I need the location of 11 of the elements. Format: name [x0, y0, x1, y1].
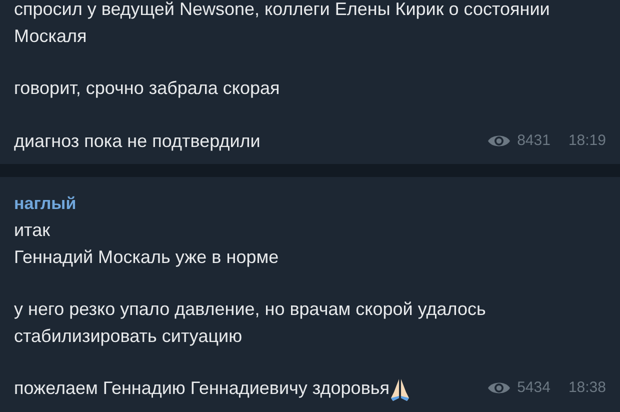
message-text: говорит, срочно забрала скорая — [14, 77, 281, 100]
message-text: у него резко упало давление, но врачам скорой удалось стабилизировать ситуацию — [14, 298, 487, 348]
author-name[interactable]: наглый — [14, 191, 606, 217]
view-count: 5434 — [517, 378, 550, 398]
message-text: пожелаем Геннадию Геннадиевичу здоровья — [14, 375, 410, 402]
message-text: итак Геннадий Москаль уже в норме — [14, 219, 280, 269]
message-time: 18:38 — [568, 378, 606, 398]
message-time: 18:19 — [568, 130, 606, 150]
message-text: спросил у ведущей Newsone, коллеги Елены Кирик о состоянии Москаля — [14, 0, 551, 48]
message-text: диагноз пока не подтвердили — [14, 130, 260, 153]
view-count: 8431 — [517, 130, 550, 150]
